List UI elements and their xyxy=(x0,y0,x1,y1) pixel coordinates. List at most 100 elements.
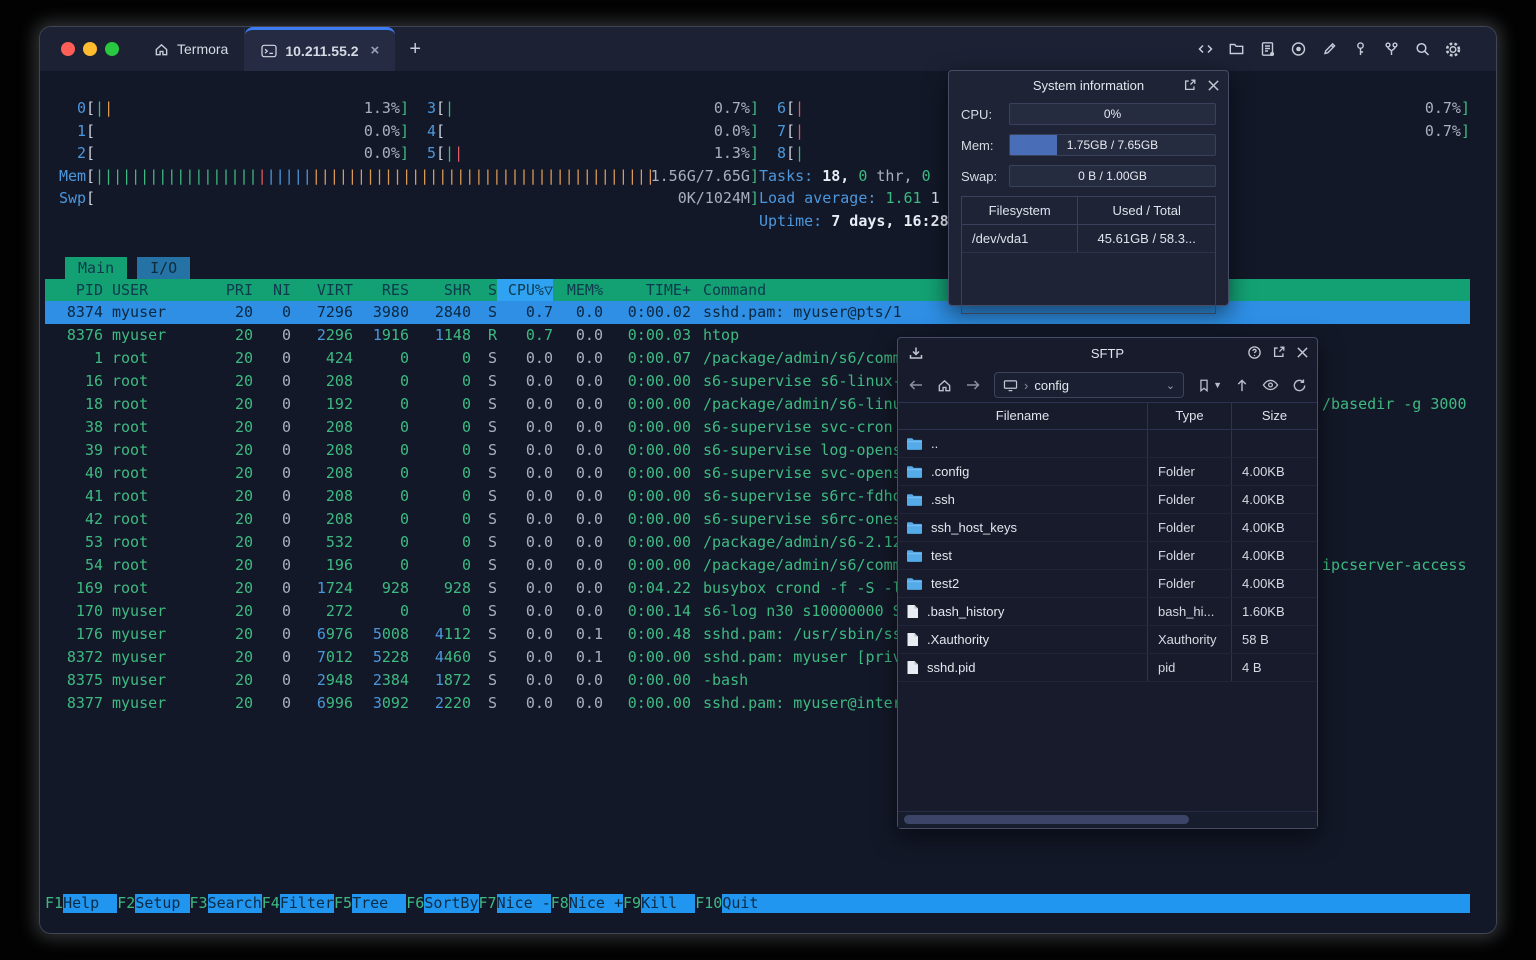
tab-label: 10.211.55.2 xyxy=(285,42,359,59)
sftp-file-row[interactable]: sshd.pid pid 4 B xyxy=(898,654,1317,682)
fkey-f4[interactable]: F4 xyxy=(262,894,280,913)
open-in-window-icon[interactable] xyxy=(1183,78,1197,92)
close-window-button[interactable] xyxy=(61,42,75,56)
back-icon[interactable] xyxy=(908,378,924,392)
pencil-icon[interactable] xyxy=(1320,40,1338,58)
fkey-f6[interactable]: F6 xyxy=(406,894,424,913)
path-breadcrumb[interactable]: › config ⌄ xyxy=(994,372,1185,398)
column-user[interactable]: USER xyxy=(103,279,207,301)
fkey-label-kill[interactable]: Kill xyxy=(641,894,696,913)
column-cpu[interactable]: CPU%▽ xyxy=(497,279,553,301)
fkey-label-filter[interactable]: Filter xyxy=(279,894,334,913)
fkey-f1[interactable]: F1 xyxy=(45,894,63,913)
close-icon[interactable] xyxy=(1296,346,1309,359)
download-icon[interactable] xyxy=(908,338,924,368)
fkey-f10[interactable]: F10 xyxy=(695,894,722,913)
command-overflow-text: /basedir -g 3000 xyxy=(1322,395,1467,413)
help-icon[interactable] xyxy=(1247,345,1262,360)
gear-icon[interactable] xyxy=(1444,40,1462,58)
column-shr[interactable]: SHR xyxy=(409,279,471,301)
column-pid[interactable]: PID xyxy=(45,279,103,301)
up-directory-icon[interactable] xyxy=(1235,378,1249,393)
fkey-label-sortby[interactable]: SortBy xyxy=(424,894,479,913)
sftp-file-row[interactable]: .ssh Folder 4.00KB xyxy=(898,486,1317,514)
column-virt[interactable]: VIRT xyxy=(291,279,353,301)
fkey-label-nice[interactable]: Nice - xyxy=(496,894,551,913)
memory-usage-row: Mem: 1.75GB / 7.65GB xyxy=(961,134,1216,156)
home-icon[interactable] xyxy=(937,378,952,393)
usage-bar: 0% xyxy=(1009,103,1216,125)
chevron-down-icon[interactable]: ⌄ xyxy=(1166,379,1175,392)
fkey-f3[interactable]: F3 xyxy=(190,894,208,913)
swap-meter: Swp[0K/1024M] xyxy=(59,189,759,207)
sftp-file-row[interactable]: test Folder 4.00KB xyxy=(898,542,1317,570)
sftp-file-row[interactable]: test2 Folder 4.00KB xyxy=(898,570,1317,598)
sftp-file-row[interactable]: .. xyxy=(898,430,1317,458)
file-name-cell: .config xyxy=(898,458,1147,485)
column-filename[interactable]: Filename xyxy=(898,403,1147,429)
htop-tab-main[interactable]: Main xyxy=(65,257,128,279)
cpu-meter-1: 1[0.0%] xyxy=(76,121,409,140)
sftp-file-row[interactable]: .Xauthority Xauthority 58 B xyxy=(898,626,1317,654)
file-name-cell: .bash_history xyxy=(898,598,1147,625)
folder-icon xyxy=(906,493,923,507)
file-icon xyxy=(906,660,919,675)
fkey-label-search[interactable]: Search xyxy=(207,894,262,913)
sftp-file-row[interactable]: .bash_history bash_hi... 1.60KB xyxy=(898,598,1317,626)
close-icon[interactable] xyxy=(1207,79,1220,92)
fkey-label-setup[interactable]: Setup xyxy=(135,894,190,913)
scrollbar-thumb[interactable] xyxy=(904,815,1189,824)
htop-tab-io[interactable]: I/O xyxy=(137,257,191,279)
open-in-window-icon[interactable] xyxy=(1272,345,1286,359)
record-icon[interactable] xyxy=(1289,40,1307,58)
sftp-column-header[interactable]: Filename Type Size xyxy=(898,402,1317,430)
refresh-icon[interactable] xyxy=(1292,378,1307,393)
new-tab-button[interactable]: + xyxy=(395,27,435,71)
tab-termora[interactable]: Termora xyxy=(138,27,246,71)
usage-bar-text: 1.75GB / 7.65GB xyxy=(1066,138,1159,152)
key-icon[interactable] xyxy=(1351,40,1369,58)
maximize-window-button[interactable] xyxy=(105,42,119,56)
column-mem[interactable]: MEM% xyxy=(553,279,603,301)
system-information-panel: System information CPU: 0% Mem: 1.75GB / 7.… xyxy=(948,70,1229,314)
column-ni[interactable]: NI xyxy=(253,279,291,301)
fkey-f2[interactable]: F2 xyxy=(117,894,135,913)
filesystem-row[interactable]: /dev/vda1 45.61GB / 58.3... xyxy=(962,225,1215,253)
minimize-window-button[interactable] xyxy=(83,42,97,56)
close-tab-icon[interactable]: × xyxy=(371,42,380,59)
bookmark-caret-icon[interactable]: ▼ xyxy=(1213,380,1222,390)
horizontal-scrollbar[interactable] xyxy=(898,811,1317,828)
column-s[interactable]: S xyxy=(471,279,497,301)
branch-icon[interactable] xyxy=(1382,40,1400,58)
process-table-header[interactable]: PID USER PRI NI VIRT RES SHR S CPU%▽ MEM% TIME+ Com… xyxy=(45,279,1470,301)
notes-badge-icon[interactable] xyxy=(1258,40,1276,58)
fkey-label-nice+[interactable]: Nice + xyxy=(568,894,623,913)
cpu-meter-0: 0[|| 1.3%] xyxy=(76,99,409,117)
column-type[interactable]: Type xyxy=(1147,403,1231,429)
htop-view-tabs: Main I/O xyxy=(45,257,1470,279)
fkey-f9[interactable]: F9 xyxy=(623,894,641,913)
show-hidden-icon[interactable] xyxy=(1262,378,1279,392)
tab-label: Termora xyxy=(177,41,229,57)
fkey-f7[interactable]: F7 xyxy=(479,894,497,913)
forward-icon[interactable] xyxy=(965,378,981,392)
fkey-label-help[interactable]: Help xyxy=(63,894,118,913)
process-row[interactable]: 8374 myuser 20 0 7296 3980 2840 S 0.7 0.0 0:00.02 s… xyxy=(45,301,1470,324)
fkey-label-tree[interactable]: Tree xyxy=(352,894,407,913)
fkey-f8[interactable]: F8 xyxy=(551,894,569,913)
sftp-file-row[interactable]: .config Folder 4.00KB xyxy=(898,458,1317,486)
column-res[interactable]: RES xyxy=(353,279,409,301)
search-icon[interactable] xyxy=(1413,40,1431,58)
folder-icon[interactable] xyxy=(1227,40,1245,58)
bookmark-group[interactable]: ▼ xyxy=(1197,378,1222,393)
tab-active-host[interactable]: 10.211.55.2 × xyxy=(245,27,396,71)
folder-icon xyxy=(906,437,923,451)
column-time[interactable]: TIME+ xyxy=(603,279,691,301)
sftp-file-row[interactable]: ssh_host_keys Folder 4.00KB xyxy=(898,514,1317,542)
code-icon[interactable] xyxy=(1196,40,1214,58)
fkey-label-quit[interactable]: Quit xyxy=(722,894,777,913)
column-pri[interactable]: PRI xyxy=(207,279,253,301)
column-size[interactable]: Size xyxy=(1231,403,1317,429)
termora-window: Termora 10.211.55.2 × + 0 [|| 1.3%] 1 … xyxy=(40,27,1496,933)
fkey-f5[interactable]: F5 xyxy=(334,894,352,913)
